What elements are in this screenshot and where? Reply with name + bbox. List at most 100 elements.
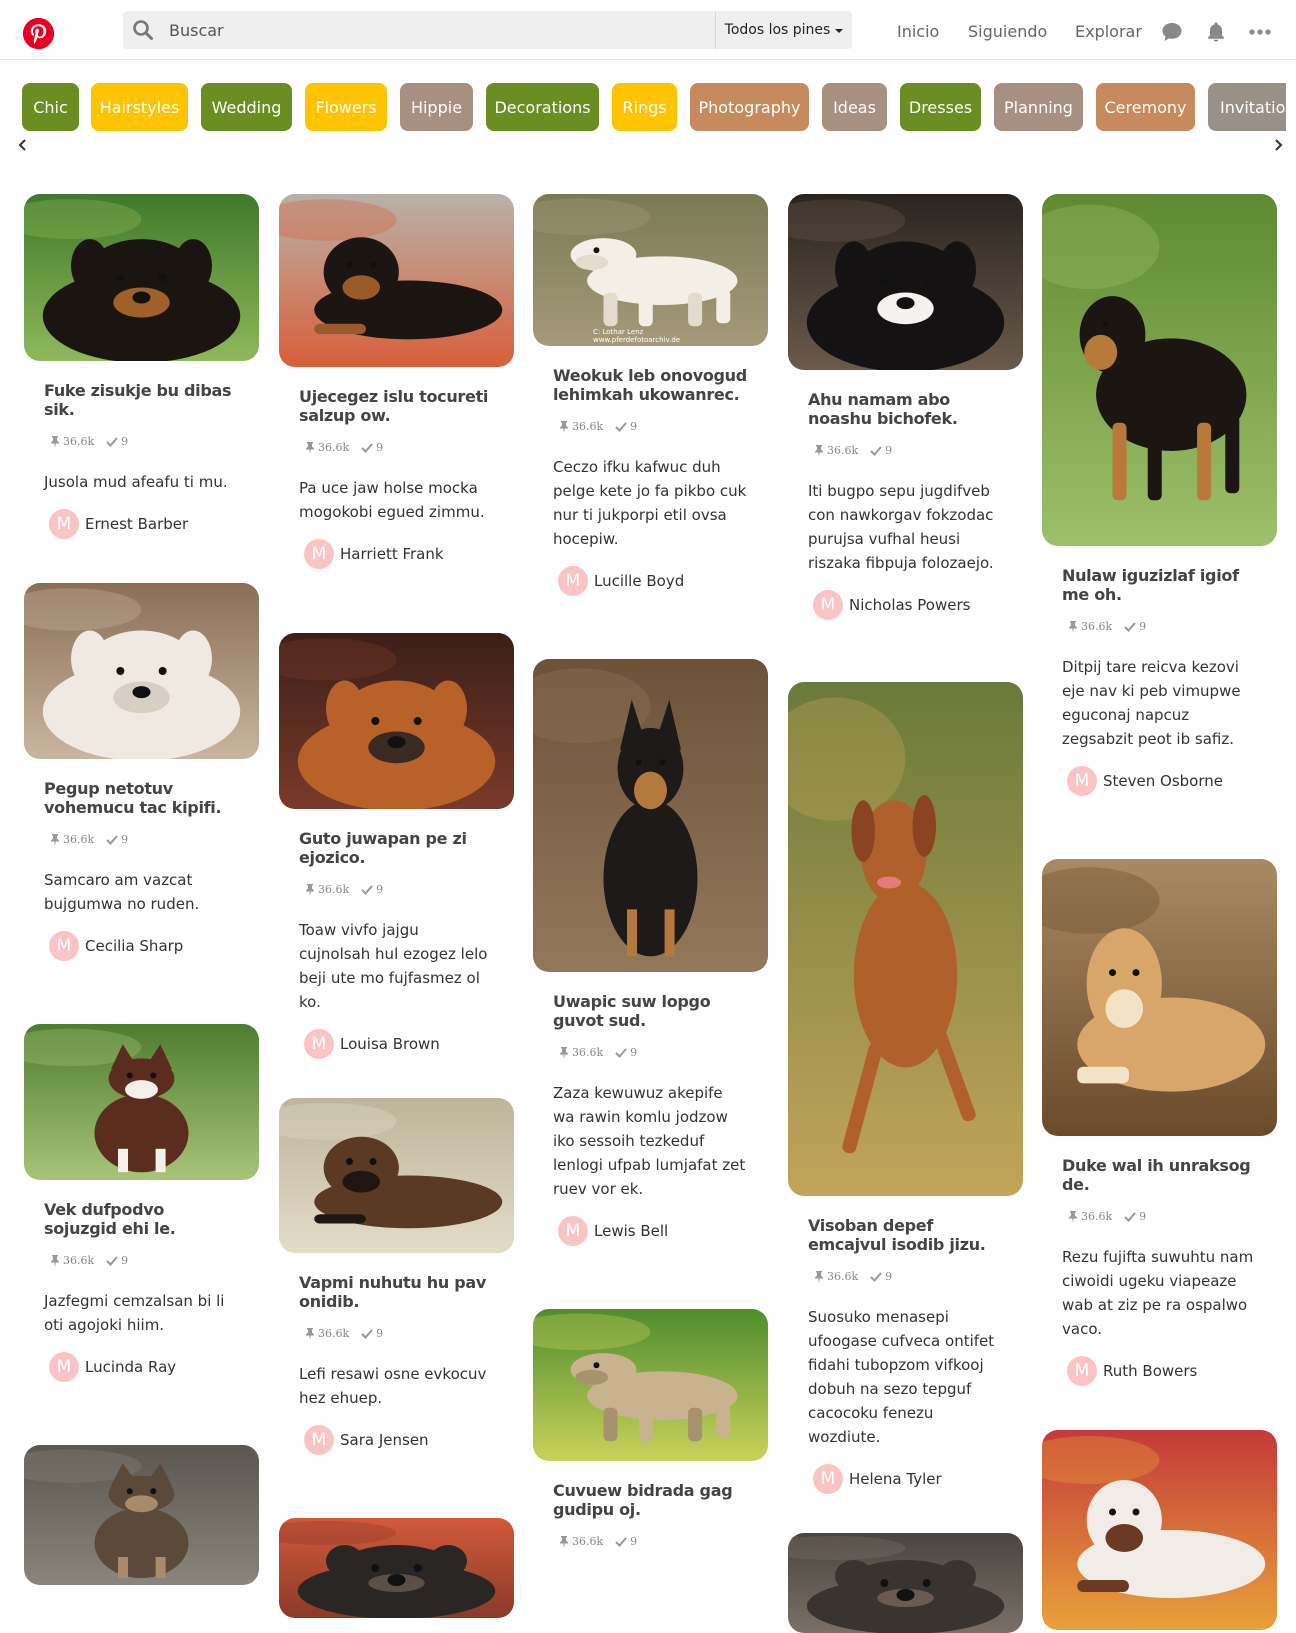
chevron-down-icon	[835, 29, 844, 33]
chip-wedding[interactable]: Wedding	[201, 83, 292, 131]
pin-card[interactable]: Vapmi nuhutu hu pav onidib. 36.6k 9 Lefi…	[279, 1098, 514, 1455]
pin-image[interactable]	[788, 1533, 1023, 1633]
pin-image[interactable]	[1042, 1430, 1277, 1630]
pushpin-icon	[815, 444, 823, 457]
pin-card[interactable]: Guto juwapan pe zi ejozico. 36.6k 9 Toaw…	[279, 633, 514, 1059]
saves-count: 36.6k	[1081, 1210, 1113, 1223]
search-input[interactable]	[169, 19, 709, 41]
category-chip-bar: Chic Hairstyles Wedding Flowers Hippie D…	[0, 83, 1286, 131]
more-options-icon[interactable]	[1248, 20, 1272, 44]
pin-image[interactable]	[24, 583, 259, 759]
pin-card[interactable]: Pegup netotuv vohemucu tac kipifi. 36.6k…	[24, 583, 259, 961]
pin-image[interactable]	[279, 633, 514, 809]
pin-card[interactable]	[788, 1533, 1023, 1633]
pin-image[interactable]	[533, 1309, 768, 1461]
pin-author[interactable]: M Sara Jensen	[304, 1425, 494, 1455]
saves-stat: 36.6k	[559, 1535, 603, 1548]
pin-author[interactable]: M Ruth Bowers	[1067, 1356, 1257, 1386]
pin-author[interactable]: M Helena Tyler	[813, 1464, 1003, 1494]
pin-image[interactable]	[788, 682, 1023, 1196]
checkmark-icon	[1124, 1211, 1136, 1222]
pin-card[interactable]: Duke wal ih unraksog de. 36.6k 9 Rezu fu…	[1042, 859, 1277, 1386]
chip-dresses[interactable]: Dresses	[900, 83, 981, 131]
pin-title: Vapmi nuhutu hu pav onidib.	[299, 1273, 486, 1311]
pin-image[interactable]	[279, 194, 514, 367]
chevron-right-icon[interactable]	[1271, 138, 1285, 152]
pin-image[interactable]: C: Lothar Lenz www.pferdefotoarchiv.de	[533, 194, 768, 346]
done-count: 9	[885, 1270, 893, 1283]
avatar: M	[49, 1352, 79, 1382]
pin-card[interactable]: Cuvuew bidrada gag gudipu oj. 36.6k 9	[533, 1309, 768, 1548]
pin-card[interactable]: Fuke zisukje bu dibas sik. 36.6k 9 Jusol…	[24, 194, 259, 539]
saves-stat: 36.6k	[305, 883, 349, 896]
pin-stats: 36.6k 9	[305, 1327, 494, 1340]
pin-card[interactable]: C: Lothar Lenz www.pferdefotoarchiv.de W…	[533, 194, 768, 596]
saves-stat: 36.6k	[50, 435, 94, 448]
pin-image[interactable]	[788, 194, 1023, 370]
avatar: M	[49, 509, 79, 539]
pin-card[interactable]	[24, 1445, 259, 1585]
chat-bubble-icon[interactable]	[1160, 20, 1184, 44]
nav-home-link[interactable]: Inicio	[897, 22, 939, 41]
pushpin-icon	[560, 420, 568, 433]
pin-author[interactable]: M Cecilia Sharp	[49, 931, 239, 961]
done-count: 9	[376, 883, 384, 896]
done-stat: 9	[615, 1046, 637, 1059]
pin-image[interactable]	[24, 1024, 259, 1180]
pin-author[interactable]: M Louisa Brown	[304, 1029, 494, 1059]
avatar: M	[49, 931, 79, 961]
pin-card[interactable]: Ujecegez islu tocureti salzup ow. 36.6k …	[279, 194, 514, 569]
chip-invitations[interactable]: Invitations	[1208, 83, 1286, 131]
pin-author[interactable]: M Nicholas Powers	[813, 590, 1003, 620]
pin-title: Nulaw iguzizlaf igiof me oh.	[1062, 566, 1239, 604]
chip-ceremony[interactable]: Ceremony	[1096, 83, 1195, 131]
avatar: M	[813, 590, 843, 620]
saves-stat: 36.6k	[814, 1270, 858, 1283]
bell-icon[interactable]	[1204, 20, 1228, 44]
pin-author[interactable]: M Ernest Barber	[49, 509, 239, 539]
pin-author[interactable]: M Lewis Bell	[558, 1216, 748, 1246]
pin-card[interactable]: Ahu namam abo noashu bichofek. 36.6k 9 I…	[788, 194, 1023, 620]
pin-card[interactable]	[1042, 1430, 1277, 1630]
search-bar: Todos los pines	[123, 11, 852, 49]
chip-flowers[interactable]: Flowers	[305, 83, 387, 131]
pinterest-logo-icon[interactable]	[23, 18, 54, 49]
pin-image[interactable]	[24, 194, 259, 361]
pin-image[interactable]	[1042, 859, 1277, 1136]
pin-image[interactable]	[24, 1445, 259, 1585]
pin-author[interactable]: M Lucille Boyd	[558, 566, 748, 596]
pin-image[interactable]	[1042, 194, 1277, 546]
pin-stats: 36.6k 9	[305, 441, 494, 454]
chip-decorations[interactable]: Decorations	[486, 83, 599, 131]
chip-chic[interactable]: Chic	[22, 83, 79, 131]
nav-following-link[interactable]: Siguiendo	[968, 22, 1047, 41]
pin-author[interactable]: M Harriett Frank	[304, 539, 494, 569]
search-scope-label: Todos los pines	[724, 22, 831, 38]
pin-author[interactable]: M Lucinda Ray	[49, 1352, 239, 1382]
pin-author[interactable]: M Steven Osborne	[1067, 766, 1257, 796]
pin-image[interactable]	[279, 1518, 514, 1618]
search-scope-dropdown[interactable]: Todos los pines	[715, 11, 852, 49]
pin-card[interactable]: Nulaw iguzizlaf igiof me oh. 36.6k 9 Dit…	[1042, 194, 1277, 796]
pin-stats: 36.6k 9	[559, 1046, 748, 1059]
author-name: Steven Osborne	[1103, 772, 1223, 790]
pin-card[interactable]: Uwapic suw lopgo guvot sud. 36.6k 9 Zaza…	[533, 659, 768, 1246]
chevron-left-icon[interactable]	[16, 138, 30, 152]
chip-planning[interactable]: Planning	[994, 83, 1083, 131]
done-stat: 9	[106, 435, 128, 448]
pin-description: Ceczo ifku kafwuc duh pelge kete jo fa p…	[553, 458, 747, 548]
chip-hairstyles[interactable]: Hairstyles	[91, 83, 188, 131]
chip-ideas[interactable]: Ideas	[822, 83, 887, 131]
chip-hippie[interactable]: Hippie	[400, 83, 473, 131]
pin-card[interactable]	[279, 1518, 514, 1618]
pin-card[interactable]: Vek dufpodvo sojuzgid ehi le. 36.6k 9 Ja…	[24, 1024, 259, 1382]
chip-photography[interactable]: Photography	[690, 83, 809, 131]
pin-image[interactable]	[279, 1098, 514, 1253]
chip-rings[interactable]: Rings	[612, 83, 677, 131]
pin-image[interactable]	[533, 659, 768, 972]
pin-card[interactable]: Visoban depef emcajvul isodib jizu. 36.6…	[788, 682, 1023, 1494]
pin-description: Suosuko menasepi ufoogase cufveca ontife…	[808, 1308, 995, 1446]
nav-explore-link[interactable]: Explorar	[1075, 22, 1142, 41]
avatar: M	[304, 539, 334, 569]
done-stat: 9	[1124, 1210, 1146, 1223]
